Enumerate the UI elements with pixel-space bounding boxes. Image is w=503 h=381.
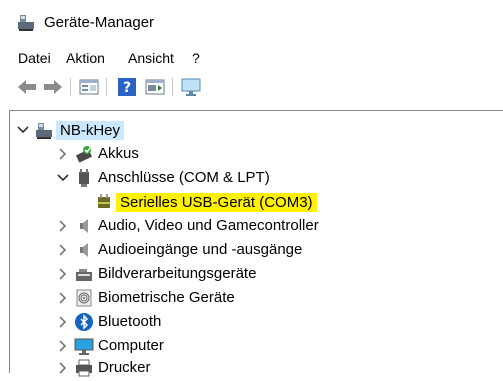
tree-item-label: Biometrische Geräte (98, 289, 235, 306)
chevron-right-icon[interactable] (56, 315, 70, 329)
title-bar: Geräte-Manager (0, 0, 503, 44)
tree-item-label: Audioeingänge und -ausgänge (98, 241, 303, 258)
tree-item-usb-serial[interactable]: Serielles USB-Gerät (COM3) (10, 191, 490, 215)
tree-item-biometric[interactable]: Biometrische Geräte (10, 287, 490, 311)
update-driver-icon[interactable] (144, 76, 166, 98)
chevron-right-icon[interactable] (56, 339, 70, 353)
properties-icon[interactable] (78, 76, 100, 98)
menu-aktion[interactable]: Aktion (66, 50, 105, 66)
forward-arrow-icon[interactable] (42, 76, 64, 98)
tree-item-label: Serielles USB-Gerät (COM3) (116, 193, 317, 212)
fingerprint-icon (76, 289, 92, 307)
device-manager-icon (18, 15, 34, 31)
toolbar: ? (0, 72, 503, 104)
svg-text:?: ? (123, 80, 131, 96)
tree-item-anschluesse[interactable]: Anschlüsse (COM & LPT) (10, 167, 490, 191)
menu-help[interactable]: ? (192, 50, 200, 66)
computer-root-icon (36, 123, 52, 139)
tree-root[interactable]: NB-kHey (10, 119, 490, 143)
printer-icon (76, 359, 92, 377)
chevron-right-icon[interactable] (56, 243, 70, 257)
toolbar-separator (70, 78, 71, 96)
help-icon[interactable]: ? (116, 76, 138, 98)
menu-ansicht[interactable]: Ansicht (128, 50, 174, 66)
toolbar-separator (106, 78, 107, 96)
chevron-right-icon[interactable] (56, 267, 70, 281)
tree-item-akkus[interactable]: Akkus (10, 143, 490, 167)
back-arrow-icon[interactable] (16, 76, 38, 98)
battery-icon (75, 146, 93, 163)
tree-item-label: Audio, Video und Gamecontroller (98, 217, 319, 234)
tree-item-label: Computer (98, 337, 164, 354)
tree-item-label: Anschlüsse (COM & LPT) (98, 169, 270, 186)
tree-item-label: Drucker (98, 359, 151, 376)
window-title: Geräte-Manager (44, 14, 155, 31)
chevron-down-icon[interactable] (16, 123, 30, 137)
chevron-right-icon[interactable] (56, 219, 70, 233)
tree-item-bluetooth[interactable]: Bluetooth (10, 311, 490, 335)
bluetooth-icon (75, 313, 93, 331)
port-icon (79, 169, 89, 187)
toolbar-separator (172, 78, 173, 96)
chevron-right-icon[interactable] (56, 147, 70, 161)
tree-item-printer[interactable]: Drucker (10, 357, 490, 381)
tree-item-computer[interactable]: Computer (10, 335, 490, 359)
tree-item-imaging[interactable]: Bildverarbeitungsgeräte (10, 263, 490, 287)
camera-icon (76, 269, 92, 281)
tree-root-label: NB-kHey (56, 121, 125, 140)
tree-item-label: Bildverarbeitungsgeräte (98, 265, 257, 282)
usb-serial-icon (98, 194, 110, 208)
tree-item-audio-io[interactable]: Audioeingänge und -ausgänge (10, 239, 490, 263)
tree-item-label: Akkus (98, 145, 139, 162)
speaker-icon (80, 243, 88, 257)
tree-item-audio-video[interactable]: Audio, Video und Gamecontroller (10, 215, 490, 239)
monitor-icon[interactable] (180, 76, 202, 98)
tree-item-label: Bluetooth (98, 313, 162, 330)
chevron-right-icon[interactable] (56, 291, 70, 305)
chevron-down-icon[interactable] (56, 171, 70, 185)
speaker-icon (80, 219, 88, 233)
computer-icon (74, 338, 94, 355)
menu-datei[interactable]: Datei (18, 50, 51, 66)
device-tree[interactable]: NB-kHey Akkus Anschlüsse (COM & LPT) Ser… (9, 110, 503, 377)
menu-bar: Datei Aktion Ansicht ? (0, 46, 503, 70)
